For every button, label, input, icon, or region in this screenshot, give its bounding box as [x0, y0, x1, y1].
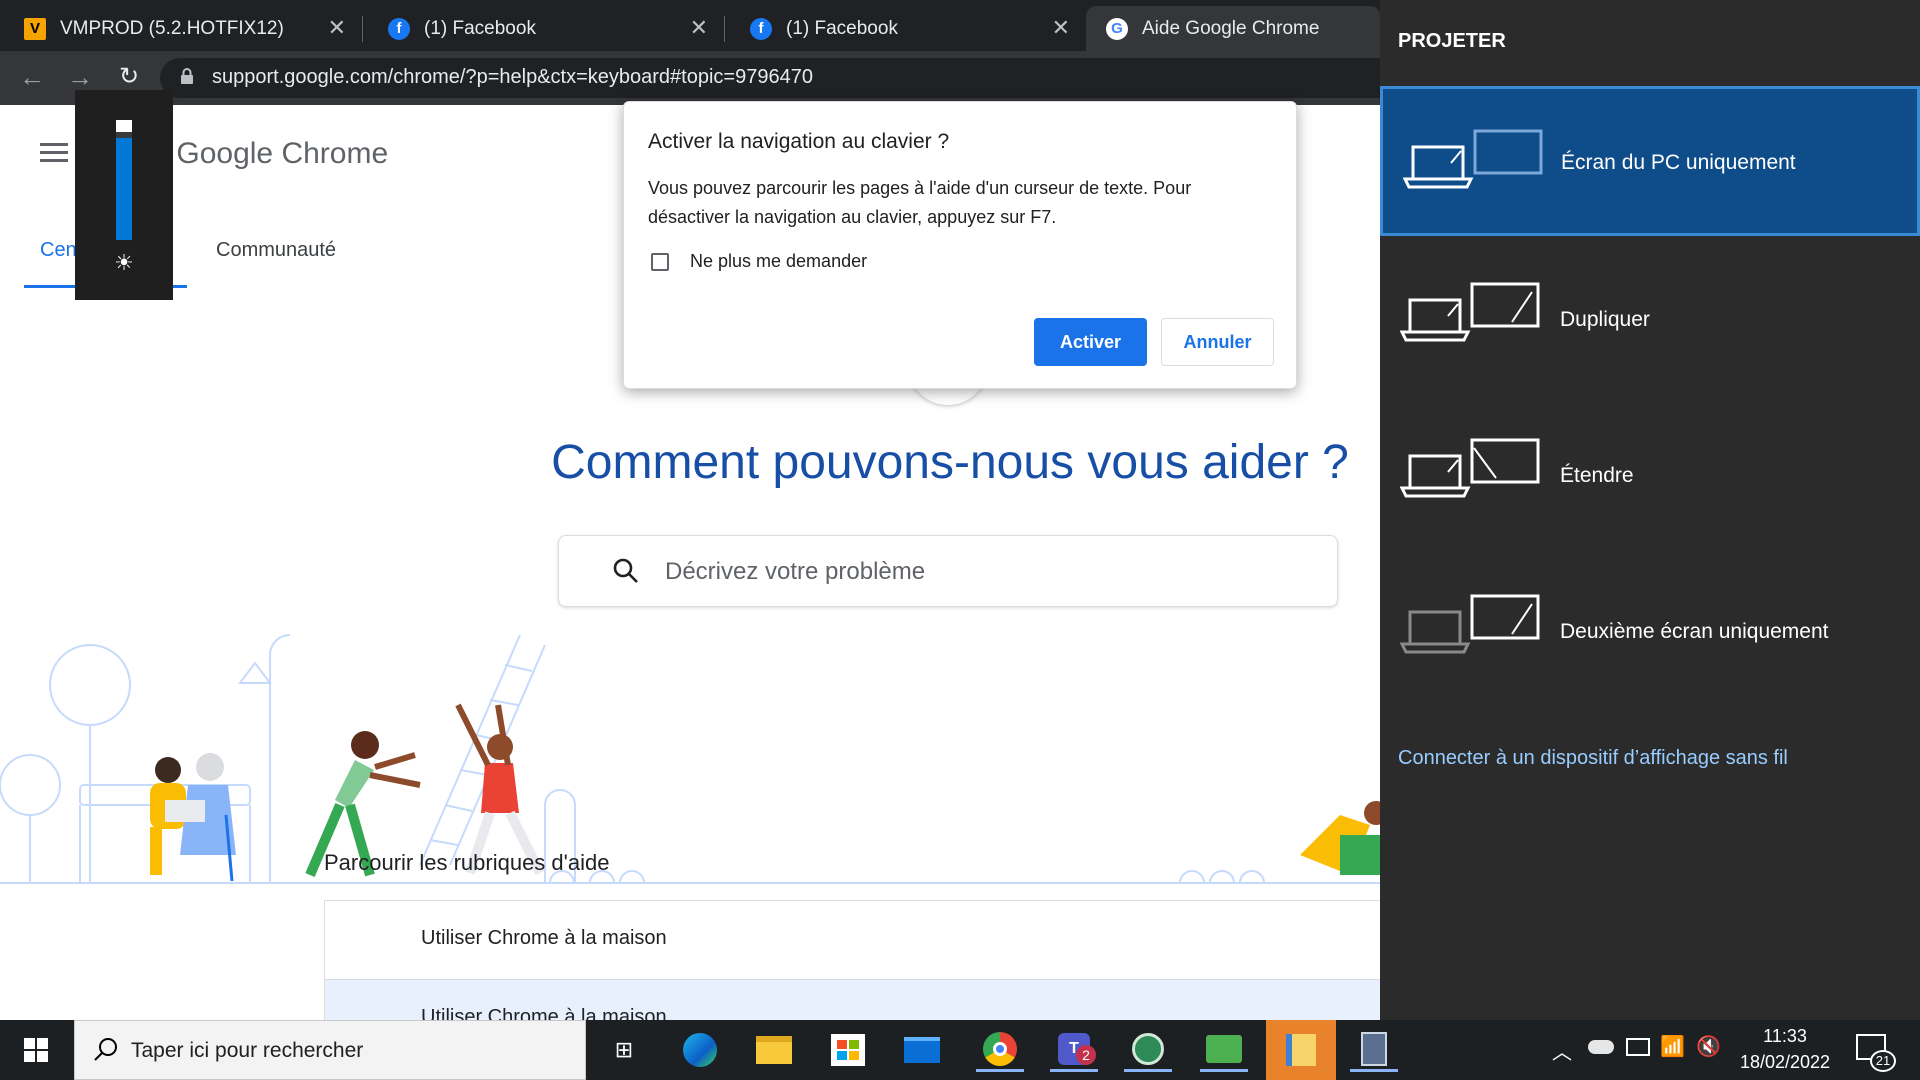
option-second-screen-only[interactable]: Deuxième écran uniquement	[1380, 552, 1920, 702]
battery-icon[interactable]	[1626, 1038, 1650, 1056]
search-icon	[93, 1037, 119, 1063]
vmprod-icon: V	[24, 17, 46, 40]
google-icon: G	[1106, 17, 1128, 40]
second-screen-only-icon	[1400, 594, 1540, 654]
tab-title: Aide Google Chrome	[1142, 17, 1320, 39]
edge-icon[interactable]	[676, 1028, 724, 1072]
taskbar-search-box[interactable]: Taper ici pour rechercher	[74, 1020, 586, 1080]
tab-title: (1) Facebook	[786, 17, 898, 39]
cancel-button[interactable]: Annuler	[1161, 318, 1274, 366]
extend-icon	[1400, 438, 1540, 498]
tab-separator	[362, 16, 363, 42]
dialog-body: Vous pouvez parcourir les pages à l'aide…	[648, 178, 1192, 227]
onedrive-icon[interactable]	[1588, 1040, 1614, 1054]
option-label: Écran du PC uniquement	[1561, 151, 1796, 174]
tab-strip: V VMPROD (5.2.HOTFIX12) ✕ f (1) Facebook…	[0, 0, 1380, 51]
option-label: Deuxième écran uniquement	[1560, 620, 1829, 643]
menu-icon[interactable]	[40, 143, 68, 163]
duplicate-icon	[1400, 282, 1540, 342]
store-icon[interactable]	[824, 1028, 872, 1072]
browser-tab[interactable]: V VMPROD (5.2.HOTFIX12) ✕	[0, 6, 360, 51]
option-extend[interactable]: Étendre	[1380, 396, 1920, 546]
keyboard-navigation-dialog: Activer la navigation au clavier ? Vous …	[623, 101, 1297, 389]
browser-tab-active[interactable]: G Aide Google Chrome	[1086, 6, 1380, 51]
topic-label: Utiliser Chrome à la maison	[421, 1006, 667, 1020]
lock-icon	[180, 67, 194, 85]
teams-icon[interactable]: T 2	[1050, 1028, 1098, 1072]
chrome-icon[interactable]	[976, 1028, 1024, 1072]
wireless-display-link[interactable]: Connecter à un dispositif d’affichage sa…	[1398, 747, 1788, 770]
close-icon[interactable]: ✕	[328, 17, 346, 39]
checkbox-label[interactable]: Ne plus me demander	[690, 251, 867, 272]
clock-time[interactable]: 11:33	[1730, 1026, 1840, 1047]
brightness-fill	[116, 138, 132, 240]
page-heading: Comment pouvons-nous vous aider ?	[551, 436, 1349, 489]
option-pc-screen-only[interactable]: Écran du PC uniquement	[1380, 86, 1920, 236]
brightness-flyout: ☀	[75, 90, 173, 300]
browse-topics-title: Parcourir les rubriques d'aide	[324, 850, 610, 875]
tab-title: VMPROD (5.2.HOTFIX12)	[60, 17, 284, 39]
wifi-icon[interactable]: 📶	[1660, 1034, 1685, 1059]
pc-screen-only-icon	[1403, 129, 1543, 189]
file-explorer-icon[interactable]	[750, 1028, 798, 1072]
topic-label: Utiliser Chrome à la maison	[421, 927, 667, 949]
brightness-thumb[interactable]	[116, 120, 132, 132]
close-icon[interactable]: ✕	[690, 17, 708, 39]
people-illustration	[0, 634, 1380, 884]
panel-title: PROJETER	[1398, 30, 1506, 52]
option-duplicate[interactable]: Dupliquer	[1380, 240, 1920, 390]
dialog-title: Activer la navigation au clavier ?	[648, 130, 950, 153]
option-label: Dupliquer	[1560, 308, 1650, 331]
topic-item[interactable]: Utiliser Chrome à la maison	[324, 980, 1380, 1020]
topic-item[interactable]: Utiliser Chrome à la maison	[324, 900, 1380, 980]
tab-title: (1) Facebook	[424, 17, 536, 39]
globe-app-icon[interactable]	[1124, 1028, 1172, 1072]
facebook-icon: f	[388, 17, 410, 40]
show-hidden-icons-chevron[interactable]: ︿	[1552, 1036, 1572, 1065]
option-label: Étendre	[1560, 464, 1634, 487]
file-manager-icon[interactable]	[1266, 1020, 1336, 1080]
url-text: support.google.com/chrome/?p=help&ctx=ke…	[212, 66, 813, 88]
browser-tab[interactable]: f (1) Facebook ✕	[364, 6, 722, 51]
brightness-slider[interactable]	[116, 120, 132, 240]
back-icon[interactable]: ←	[16, 62, 48, 94]
clock-date[interactable]: 18/02/2022	[1730, 1052, 1840, 1073]
dont-ask-checkbox[interactable]	[651, 253, 669, 271]
project-panel: PROJETER Écran du PC uniquement Duplique…	[1380, 0, 1920, 1020]
task-view-icon[interactable]: ⊞	[600, 1028, 648, 1072]
volume-muted-icon[interactable]: 🔇	[1696, 1034, 1721, 1059]
tab-community[interactable]: Communauté	[216, 239, 336, 262]
close-icon[interactable]: ✕	[1052, 17, 1070, 39]
brightness-icon: ☀	[114, 250, 134, 275]
start-button[interactable]	[12, 1028, 60, 1072]
calculator-icon[interactable]	[1350, 1028, 1398, 1072]
windows-icon	[24, 1038, 48, 1062]
mail-icon[interactable]	[898, 1028, 946, 1072]
facebook-icon: f	[750, 17, 772, 40]
teams-badge: 2	[1076, 1045, 1096, 1065]
address-bar[interactable]: support.google.com/chrome/?p=help&ctx=ke…	[160, 58, 1400, 98]
remote-desktop-icon[interactable]	[1200, 1028, 1248, 1072]
taskbar-search-placeholder: Taper ici pour rechercher	[131, 1039, 364, 1062]
tab-separator	[724, 16, 725, 42]
browser-tab[interactable]: f (1) Facebook ✕	[726, 6, 1084, 51]
activate-button[interactable]: Activer	[1034, 318, 1147, 366]
taskbar: Taper ici pour rechercher ⊞ T 2 ︿ 📶 🔇 11…	[0, 1020, 1920, 1080]
notification-count-badge: 21	[1870, 1050, 1896, 1072]
